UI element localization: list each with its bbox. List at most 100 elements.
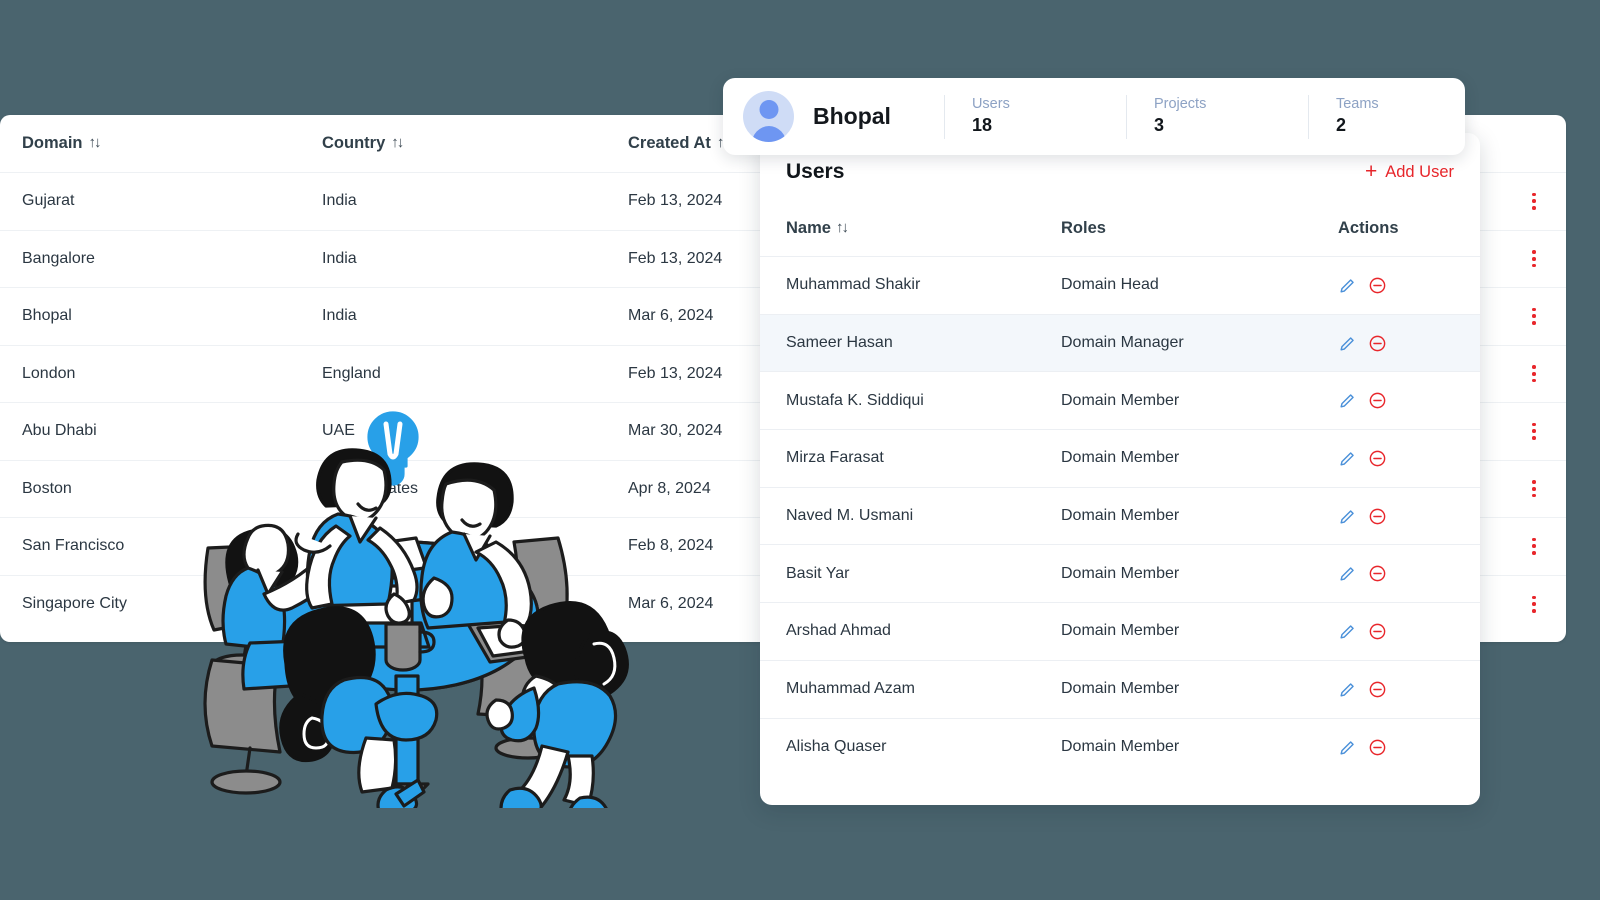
user-avatar-icon (743, 91, 794, 142)
cell-user-name: Muhammad Shakir (786, 276, 921, 294)
cell-country: India (322, 249, 357, 267)
edit-pencil-icon[interactable] (1338, 391, 1357, 410)
column-header-name-label: Name (786, 219, 831, 237)
sort-icon[interactable]: ↑↓ (836, 219, 849, 236)
column-header-name[interactable]: Name ↑↓ (786, 219, 1061, 238)
cell-user-role: Domain Member (1061, 738, 1180, 756)
column-header-domain[interactable]: Domain ↑↓ (22, 134, 322, 153)
cell-user-role: Domain Member (1061, 680, 1180, 698)
avatar-body (751, 126, 786, 142)
stat-group: Users 18 Projects 3 Teams 2 (943, 94, 1490, 139)
cell-user-name: Mustafa K. Siddiqui (786, 391, 924, 409)
cell-domain: Abu Dhabi (22, 422, 97, 440)
remove-circle-icon[interactable] (1368, 564, 1387, 583)
sort-icon[interactable]: ↑↓ (89, 134, 102, 151)
user-row[interactable]: Naved M. Usmani Domain Member (760, 488, 1480, 546)
edit-pencil-icon[interactable] (1338, 680, 1357, 699)
stat-teams-value: 2 (1335, 115, 1346, 136)
user-row[interactable]: Alisha Quaser Domain Member (760, 719, 1480, 777)
cell-user-role: Domain Member (1061, 449, 1180, 467)
stat-projects: Projects 3 (1125, 94, 1308, 139)
remove-circle-icon[interactable] (1368, 276, 1387, 295)
remove-circle-icon[interactable] (1368, 391, 1387, 410)
sort-icon[interactable]: ↑↓ (391, 134, 404, 151)
cell-user-actions (1338, 738, 1454, 757)
kebab-menu-icon[interactable] (1524, 420, 1544, 442)
remove-circle-icon[interactable] (1368, 622, 1387, 641)
cell-domain: Singapore City (22, 595, 127, 613)
cell-user-name: Alisha Quaser (786, 738, 887, 756)
avatar-head (759, 100, 778, 119)
users-table-body: Muhammad Shakir Domain Head Sameer Hasan Do… (760, 257, 1480, 776)
stat-teams: Teams 2 (1307, 94, 1490, 139)
user-row[interactable]: Mirza Farasat Domain Member (760, 430, 1480, 488)
remove-circle-icon[interactable] (1368, 507, 1387, 526)
cell-user-name: Muhammad Azam (786, 680, 915, 698)
domain-stat-card: Bhopal Users 18 Projects 3 Teams 2 (723, 78, 1465, 155)
cell-user-name: Arshad Ahmad (786, 622, 891, 640)
edit-pencil-icon[interactable] (1338, 564, 1357, 583)
stat-users: Users 18 (943, 94, 1126, 139)
cell-user-actions (1338, 564, 1454, 583)
users-panel-title: Users (786, 160, 845, 183)
column-header-actions: Actions (1338, 219, 1454, 238)
stat-users-label: Users (971, 96, 1010, 112)
cell-domain: Bhopal (22, 307, 72, 325)
cell-user-actions (1338, 449, 1454, 468)
cell-country: India (322, 307, 357, 325)
cell-user-name: Naved M. Usmani (786, 507, 914, 525)
edit-pencil-icon[interactable] (1338, 449, 1357, 468)
user-row[interactable]: Muhammad Shakir Domain Head (760, 257, 1480, 315)
stat-projects-value: 3 (1153, 115, 1164, 136)
cell-user-name: Sameer Hasan (786, 334, 893, 352)
cell-user-role: Domain Member (1061, 507, 1180, 525)
user-row[interactable]: Arshad Ahmad Domain Member (760, 603, 1480, 661)
remove-circle-icon[interactable] (1368, 738, 1387, 757)
kebab-menu-icon[interactable] (1524, 478, 1544, 500)
stat-projects-label: Projects (1153, 96, 1207, 112)
user-row[interactable]: Basit Yar Domain Member (760, 545, 1480, 604)
column-header-country[interactable]: Country ↑↓ (322, 134, 628, 153)
kebab-menu-icon[interactable] (1524, 363, 1544, 385)
cell-domain: Boston (22, 479, 72, 497)
add-user-label: Add User (1385, 162, 1454, 181)
user-row[interactable]: Muhammad Azam Domain Member (760, 661, 1480, 719)
cell-country: England (322, 364, 381, 382)
cell-user-name: Basit Yar (786, 564, 850, 582)
remove-circle-icon[interactable] (1368, 334, 1387, 353)
column-header-country-label: Country (322, 134, 386, 152)
cell-user-role: Domain Member (1061, 391, 1180, 409)
edit-pencil-icon[interactable] (1338, 334, 1357, 353)
cell-user-actions (1338, 680, 1454, 699)
cell-user-role: Domain Manager (1061, 334, 1184, 352)
stat-teams-label: Teams (1335, 96, 1379, 112)
edit-pencil-icon[interactable] (1338, 738, 1357, 757)
cell-user-actions (1338, 507, 1454, 526)
plus-icon: + (1364, 159, 1378, 183)
remove-circle-icon[interactable] (1368, 449, 1387, 468)
cell-user-actions (1338, 276, 1454, 295)
kebab-menu-icon[interactable] (1524, 535, 1544, 557)
cell-user-actions (1338, 622, 1454, 641)
kebab-menu-icon[interactable] (1524, 593, 1544, 615)
edit-pencil-icon[interactable] (1338, 507, 1357, 526)
remove-circle-icon[interactable] (1368, 680, 1387, 699)
kebab-menu-icon[interactable] (1524, 305, 1544, 327)
cell-domain: Bangalore (22, 249, 95, 267)
add-user-button[interactable]: + Add User (1364, 159, 1454, 183)
cell-user-role: Domain Member (1061, 564, 1180, 582)
users-panel: Users + Add User Name ↑↓ Roles Actions M… (760, 133, 1480, 805)
cell-user-name: Mirza Farasat (786, 449, 884, 467)
edit-pencil-icon[interactable] (1338, 276, 1357, 295)
cell-country: India (322, 192, 357, 210)
kebab-menu-icon[interactable] (1524, 190, 1544, 212)
user-row[interactable]: Mustafa K. Siddiqui Domain Member (760, 372, 1480, 431)
column-header-created-at-label: Created At (628, 134, 711, 152)
column-header-domain-label: Domain (22, 134, 83, 152)
kebab-menu-icon[interactable] (1524, 248, 1544, 270)
cell-user-role: Domain Head (1061, 276, 1159, 294)
user-row[interactable]: Sameer Hasan Domain Manager (760, 314, 1480, 373)
stat-users-value: 18 (971, 115, 992, 136)
domain-title: Bhopal (813, 103, 891, 129)
edit-pencil-icon[interactable] (1338, 622, 1357, 641)
